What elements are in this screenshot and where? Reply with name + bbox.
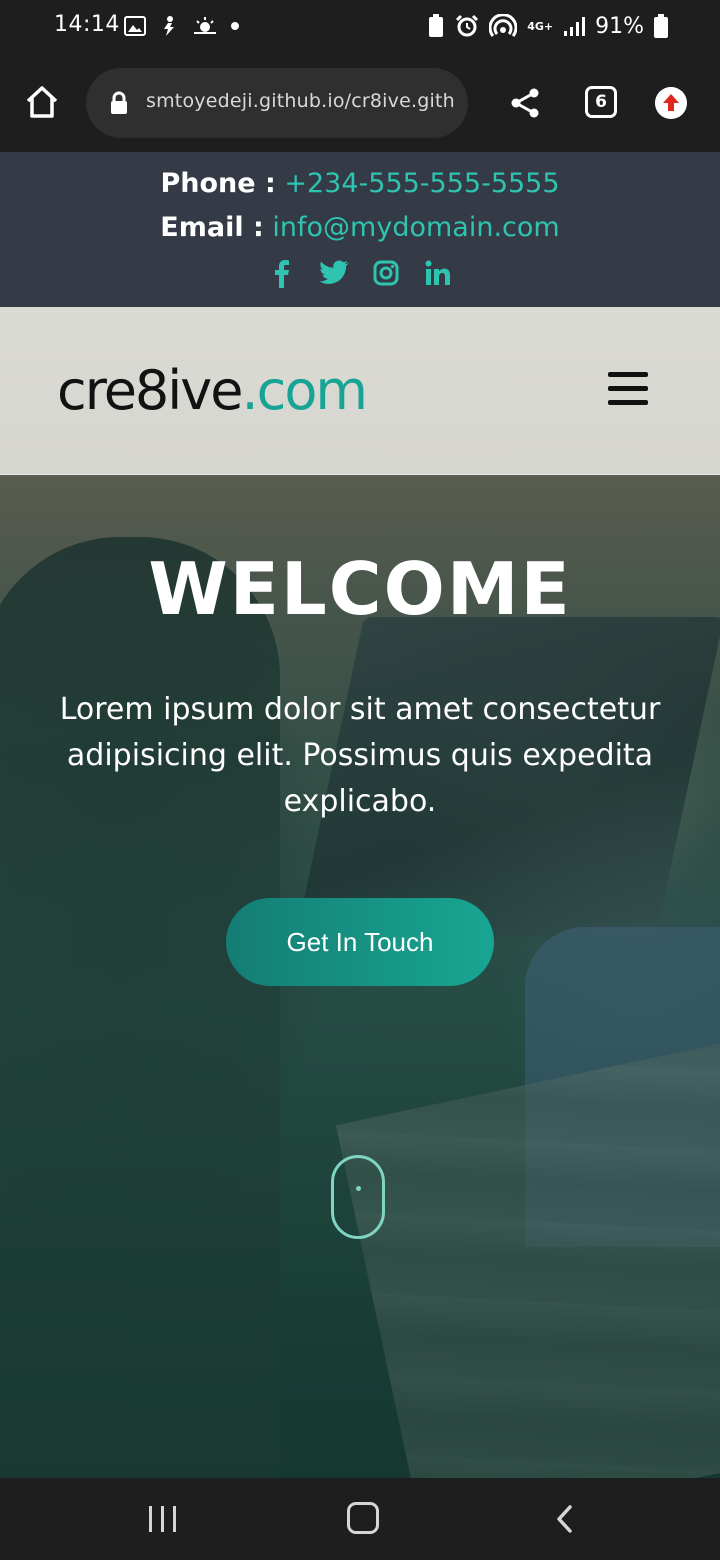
hero-intro-text: Lorem ipsum dolor sit amet consectetur a… <box>30 687 690 825</box>
home-icon[interactable] <box>22 82 62 122</box>
tab-switcher-button[interactable]: 6 <box>585 86 617 118</box>
weather-icon <box>194 17 216 34</box>
status-notification-icons <box>124 14 240 38</box>
address-bar[interactable]: smtoyedeji.github.io/cr8ive.github <box>86 68 468 138</box>
instagram-icon[interactable] <box>371 258 401 288</box>
home-nav-icon[interactable] <box>347 1502 379 1534</box>
site-navbar: cre8ive.com <box>0 307 720 475</box>
status-bar: 14:14 4G+ 91% <box>0 0 720 52</box>
battery-icon <box>654 14 668 38</box>
hotspot-icon <box>489 14 518 37</box>
scroll-indicator-dot <box>356 1186 361 1191</box>
email-line: Email : info@mydomain.com <box>0 212 720 243</box>
browser-toolbar: smtoyedeji.github.io/cr8ive.github 6 <box>0 52 720 152</box>
phone-line: Phone : +234-555-555-5555 <box>0 168 720 199</box>
activity-icon <box>164 16 174 36</box>
social-links <box>0 256 720 290</box>
network-type-label: 4G+ <box>527 19 554 33</box>
battery-percent: 91% <box>595 13 644 39</box>
hero-title: WELCOME <box>148 547 572 631</box>
email-label: Email : <box>160 212 264 243</box>
signal-icon <box>564 17 586 36</box>
status-system-icons: 4G+ 91% <box>427 12 668 40</box>
lock-icon <box>111 91 127 114</box>
battery-saver-icon <box>429 14 444 37</box>
recent-apps-icon[interactable] <box>148 1506 178 1532</box>
gallery-icon <box>124 16 146 36</box>
update-icon[interactable] <box>655 87 687 119</box>
scroll-down-icon[interactable] <box>331 1155 385 1239</box>
get-in-touch-button[interactable]: Get In Touch <box>226 898 494 986</box>
linkedin-icon[interactable] <box>423 258 453 288</box>
contact-bar: Phone : +234-555-555-5555 Email : info@m… <box>0 152 720 307</box>
menu-toggle-button[interactable] <box>608 372 648 408</box>
url-text: smtoyedeji.github.io/cr8ive.github <box>146 90 456 112</box>
site-logo[interactable]: cre8ive.com <box>57 359 368 422</box>
phone-link[interactable]: +234-555-555-5555 <box>284 168 559 199</box>
more-notifications-dot-icon <box>231 22 239 30</box>
status-time: 14:14 <box>54 12 120 37</box>
back-icon[interactable] <box>552 1504 578 1534</box>
alarm-icon <box>456 14 479 37</box>
hero-overlay <box>0 307 720 1478</box>
share-icon[interactable] <box>508 86 542 120</box>
system-navigation-bar <box>0 1478 720 1560</box>
hero-intro-line: Lorem ipsum dolor sit amet consectetur <box>59 692 661 727</box>
hero-intro-line: explicabo. <box>283 784 437 819</box>
email-link[interactable]: info@mydomain.com <box>272 212 559 243</box>
hamburger-icon <box>608 400 648 405</box>
hamburger-icon <box>608 386 648 391</box>
phone-label: Phone : <box>160 168 276 199</box>
logo-tld: .com <box>241 359 367 422</box>
facebook-icon[interactable] <box>267 258 297 288</box>
twitter-icon[interactable] <box>319 258 349 288</box>
logo-name: cre8ive <box>57 359 243 422</box>
hero-section: cre8ive.com WELCOME Lorem ipsum dolor si… <box>0 307 720 1478</box>
hamburger-icon <box>608 372 648 377</box>
hero-intro-line: adipisicing elit. Possimus quis expedita <box>66 738 654 773</box>
tab-count: 6 <box>595 92 607 112</box>
